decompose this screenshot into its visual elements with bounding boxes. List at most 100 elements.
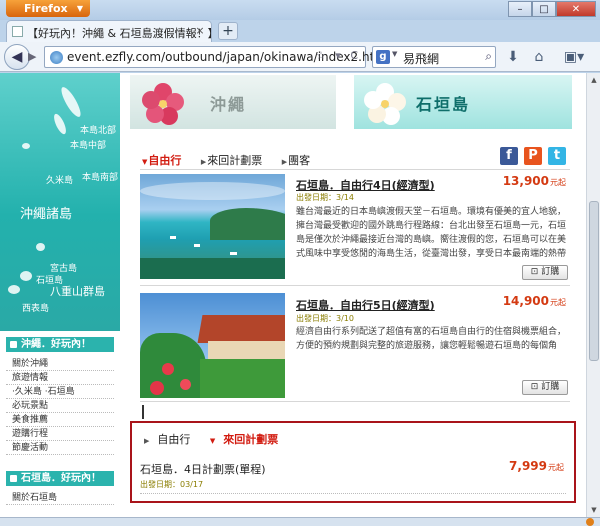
iriomote-island-shape — [8, 285, 20, 294]
tab-strip: 【好玩內！沖繩 & 石垣島渡假情報！】 × + — [0, 20, 600, 42]
google-icon[interactable]: g — [376, 50, 390, 64]
plan-title-link[interactable]: 石垣島．4日計劃票(單程) — [140, 461, 266, 477]
addon-icon[interactable] — [586, 518, 594, 526]
highlighted-plan-section: ▶ 自由行 ▼ 來回計劃票 石垣島．4日計劃票(單程) 7,999元起 出發日期：0… — [130, 421, 576, 503]
square-bullet-icon — [10, 341, 17, 348]
plan-type-tabs: ▶ 自由行 ▼ 來回計劃票 — [144, 431, 294, 447]
forward-button[interactable]: ▶ — [28, 48, 42, 66]
page-viewport: 本島北部 本島中部 本島南部 久米島 沖繩諸島 宮古島 石垣島 八重山群島 西表… — [0, 73, 586, 517]
new-tab-button[interactable]: + — [218, 22, 238, 40]
divider — [140, 285, 570, 286]
product-title-link[interactable]: 石垣島．自由行4日(經濟型) — [296, 177, 435, 193]
engine-dropdown-icon[interactable]: ▼ — [392, 50, 397, 58]
site-identity-icon[interactable] — [50, 51, 63, 64]
vertical-scrollbar[interactable]: ▲ ▼ — [586, 73, 600, 517]
sidebar-heading-text: 沖繩．好玩內！ — [21, 339, 91, 350]
close-window-button[interactable]: ✕ — [556, 1, 596, 17]
text-cursor-line — [142, 405, 144, 419]
product-price: 13,900元起 — [503, 174, 566, 188]
status-bar — [0, 517, 600, 526]
scroll-up-icon[interactable]: ▲ — [588, 74, 600, 86]
ishigaki-banner-title: 石垣島 — [416, 95, 471, 114]
sidebar-heading-ishigaki: 石垣島．好玩內！ — [6, 471, 114, 486]
plurk-icon[interactable]: P — [524, 147, 542, 165]
sidebar-item[interactable]: ‧久米島 ‧石垣島 — [6, 385, 114, 399]
tab-plan-ticket[interactable]: ▼ 來回計劃票 — [210, 433, 286, 446]
tab-label: 來回計劃票 — [223, 433, 279, 446]
sidebar-item[interactable]: 節慶活動 — [6, 441, 114, 455]
map-label-north: 本島北部 — [80, 126, 117, 136]
chevron-down-icon: ▼ — [76, 4, 83, 13]
triangle-right-icon: ▶ — [281, 158, 288, 166]
sidebar-list-ishigaki: 關於石垣島 — [6, 491, 114, 505]
departure-date: 出發日期：3/14 — [296, 193, 354, 202]
search-text: 易飛網 — [403, 52, 440, 66]
firefox-menu-button[interactable]: Firefox ▼ — [6, 0, 90, 17]
sidebar-heading-okinawa: 沖繩．好玩內！ — [6, 337, 114, 352]
window-controls: – □ ✕ — [508, 1, 596, 17]
product-title-link[interactable]: 石垣島．自由行5日(經濟型) — [296, 297, 435, 313]
product-description: 經濟自由行系列配送了超值有富的石垣島自由行的住宿與機票組合，方便的預約規劃與完整… — [296, 327, 567, 351]
divider — [140, 401, 570, 402]
minimize-button[interactable]: – — [508, 1, 532, 17]
search-icon[interactable]: ⌕ — [485, 49, 492, 64]
temple-photo[interactable] — [140, 293, 285, 398]
plumeria-flower-icon — [362, 81, 408, 127]
okinawa-banner-tab[interactable]: 沖繩 — [130, 75, 336, 129]
download-icon[interactable]: ⬇ — [502, 47, 524, 67]
tab-label: 來回計劃票 — [207, 154, 263, 167]
browser-tab-active[interactable]: 【好玩內！沖繩 & 石垣島渡假情報！】 × — [6, 20, 212, 42]
tab-title: 【好玩內！沖繩 & 石垣島渡假情報！】 — [27, 27, 212, 40]
back-button[interactable]: ◀ — [4, 44, 30, 70]
sidebar-item[interactable]: 美食推薦 — [6, 413, 114, 427]
square-bullet-icon — [10, 475, 17, 482]
scrollbar-thumb[interactable] — [589, 201, 599, 361]
sidebar-item[interactable]: 關於石垣島 — [6, 491, 114, 505]
tab-free-travel[interactable]: ▼自由行 — [142, 154, 189, 167]
sidebar-item[interactable]: 關於沖繩 — [6, 357, 114, 371]
map-label-middle: 本島中部 — [70, 141, 107, 151]
main-island-shape — [58, 84, 84, 120]
firefox-button-label: Firefox — [24, 2, 68, 15]
okinawa-islands-map[interactable]: 本島北部 本島中部 本島南部 久米島 沖繩諸島 宮古島 石垣島 八重山群島 西表… — [0, 73, 120, 331]
tab-label: 自由行 — [148, 154, 182, 167]
main-content: 沖繩 石垣島 ▼自由行 ▶來回計劃票 ▶團客 f P t 石垣島．自由行4日(經… — [130, 73, 578, 517]
map-label-iriomote: 西表島 — [22, 304, 50, 314]
ishigaki-island-shape — [20, 271, 32, 281]
search-bar[interactable]: g ▼ 易飛網 ⌕ — [372, 46, 496, 68]
tab-free-travel[interactable]: ▶ 自由行 — [144, 433, 198, 446]
sidebar-item[interactable]: 必玩景點 — [6, 399, 114, 413]
price-unit: 元起 — [550, 178, 566, 187]
maximize-button[interactable]: □ — [532, 1, 556, 17]
tab-plan-ticket[interactable]: ▶來回計劃票 — [201, 154, 270, 167]
bookmarks-menu-icon[interactable]: ▣▾ — [556, 47, 592, 67]
tab-label: 團客 — [288, 154, 311, 167]
scroll-down-icon[interactable]: ▼ — [588, 504, 600, 516]
map-label-south: 本島南部 — [82, 173, 119, 183]
sidebar-item[interactable]: 旅遊情報 — [6, 371, 114, 385]
navigation-toolbar: ◀ ▶ event.ezfly.com/outbound/japan/okina… — [0, 42, 600, 72]
bookmark-star-icon[interactable]: ☆ ▾ C — [316, 49, 361, 62]
price-value: 13,900 — [502, 174, 549, 188]
ishigaki-banner-tab[interactable]: 石垣島 — [354, 75, 572, 129]
product-price: 14,900元起 — [503, 294, 566, 308]
sidebar-item[interactable]: 遊購行程 — [6, 427, 114, 441]
book-button[interactable]: ⊡ 訂購 — [522, 380, 568, 395]
home-icon[interactable]: ⌂ — [528, 47, 550, 67]
facebook-icon[interactable]: f — [500, 147, 518, 165]
price-value: 14,900 — [502, 294, 549, 308]
sidebar: 本島北部 本島中部 本島南部 久米島 沖繩諸島 宮古島 石垣島 八重山群島 西表… — [0, 73, 120, 517]
url-bar[interactable]: event.ezfly.com/outbound/japan/okinawa/i… — [44, 46, 389, 68]
tab-group[interactable]: ▶團客 — [282, 154, 318, 167]
triangle-down-icon: ▼ — [209, 437, 216, 445]
book-label: 訂購 — [541, 382, 560, 392]
triangle-right-icon: ▶ — [200, 158, 207, 166]
beach-photo[interactable] — [140, 174, 285, 279]
product-type-tabs: ▼自由行 ▶來回計劃票 ▶團客 — [142, 152, 326, 168]
book-button[interactable]: ⊡ 訂購 — [522, 265, 568, 280]
twitter-icon[interactable]: t — [548, 147, 566, 165]
close-tab-icon[interactable]: × — [193, 24, 207, 38]
miyako-island-shape — [36, 243, 45, 251]
plan-departure-date: 出發日期：03/17 — [140, 480, 204, 489]
main-island-south-shape — [51, 112, 69, 136]
